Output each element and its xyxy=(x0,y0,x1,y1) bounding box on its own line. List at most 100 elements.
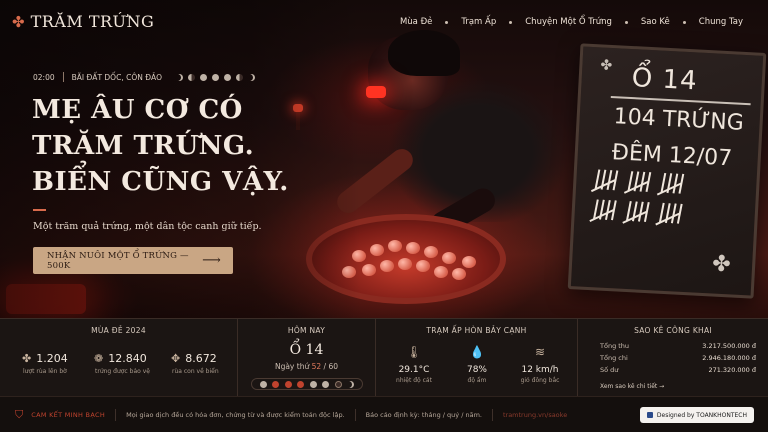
ledger-label: Số dư xyxy=(600,366,619,374)
droplet-icon: 💧 xyxy=(469,345,485,359)
thermometer-icon: 🌡 xyxy=(406,345,422,359)
ledger-label: Tổng thu xyxy=(600,342,630,350)
headline-line: MẸ ÂU CƠ CÓ xyxy=(32,95,243,125)
volunteer-hair xyxy=(388,30,460,76)
moon-new-icon xyxy=(334,380,342,388)
egg xyxy=(442,252,456,264)
ledger-value: 271.320.000 đ xyxy=(708,366,756,374)
stat-label: rùa con về biển xyxy=(172,368,219,375)
station-temp: 🌡 29.1°C nhiệt độ cát xyxy=(384,345,444,384)
turtle-icon: ✤ xyxy=(600,57,613,74)
chalk-eggs: 104 TRỨNG xyxy=(613,104,745,136)
stat-label: trứng được bảo vệ xyxy=(95,368,150,375)
egg xyxy=(380,260,394,272)
ledger-detail-link[interactable]: Xem sao kê chi tiết → xyxy=(600,383,664,390)
hero-location: BÃI ĐẤT DỐC, CÔN ĐẢO xyxy=(71,72,163,82)
night-current: 52 xyxy=(311,362,322,371)
station-value: 78% xyxy=(466,365,487,375)
footer-text: Mọi giao dịch đều có hóa đơn, chứng từ v… xyxy=(126,410,345,419)
nav-separator xyxy=(682,20,686,24)
designer-logo-icon xyxy=(646,412,653,418)
nav-separator xyxy=(509,20,513,24)
hero-meta: 02:00 BÃI ĐẤT DỐC, CÔN ĐẢO xyxy=(33,72,255,82)
turtle-icon: ✤ xyxy=(711,251,732,278)
night-prefix: Ngày thứ xyxy=(274,362,310,371)
report-link[interactable]: tramtrung.vn/saoke xyxy=(503,411,567,419)
nav-item-sao-ke[interactable]: Sao Kê xyxy=(634,17,677,27)
chalk-underline xyxy=(610,95,751,106)
turtle-icon: ✤ xyxy=(22,352,32,365)
headline-line: BIỂN CŨNG VẬY. xyxy=(32,167,289,197)
station-label: nhiệt độ cát xyxy=(396,377,432,384)
station-label: độ ẩm xyxy=(467,377,487,384)
ledger-value: 3.217.500.000 đ xyxy=(702,342,756,350)
nav-separator xyxy=(624,20,628,24)
egg xyxy=(406,242,420,254)
designer-badge[interactable]: Designed by TOANKHONTECH xyxy=(639,407,754,423)
footer-text: Báo cáo định kỳ: tháng / quý / năm. xyxy=(365,410,482,419)
moon-full-icon xyxy=(322,380,330,388)
moon-gibbous-icon xyxy=(224,73,232,81)
moon-half-icon xyxy=(188,73,196,81)
stat-value: 12.840 xyxy=(108,352,147,365)
nav-item-chuyen-mot-o-trung[interactable]: Chuyện Một Ổ Trứng xyxy=(518,17,619,27)
chalk-night: ĐÊM 12/07 xyxy=(611,140,733,172)
brand-logo[interactable]: ✤ TRĂM TRỨNG xyxy=(12,12,154,31)
footer-divider xyxy=(354,408,356,421)
egg xyxy=(398,258,412,270)
wind-icon: ≋ xyxy=(534,345,546,359)
commit-label: CAM KẾT MINH BẠCH xyxy=(31,410,106,419)
egg xyxy=(416,260,430,272)
nav-item-tram-ap[interactable]: Trạm Ấp xyxy=(454,17,503,27)
transparency-footer: ⛉ CAM KẾT MINH BẠCH Mọi giao dịch đều có… xyxy=(0,396,768,432)
nav-item-chung-tay[interactable]: Chung Tay xyxy=(692,17,750,27)
egg xyxy=(434,266,448,278)
cta-label: NHẬN NUÔI MỘT Ổ TRỨNG — 500K xyxy=(47,250,189,271)
season-title: MÙA ĐẺ 2024 xyxy=(91,326,146,335)
night-total: / 60 xyxy=(323,362,339,371)
ledger-row: Số dư 271.320.000 đ xyxy=(600,366,756,374)
ledger-stats: SAO KÊ CÔNG KHAI Tổng thu 3.217.500.000 … xyxy=(578,319,768,397)
ledger-label: Tổng chi xyxy=(600,354,628,362)
station-wind: ≋ 12 km/h gió đông bắc xyxy=(510,345,570,384)
egg xyxy=(424,246,438,258)
season-stats: MÙA ĐẺ 2024 ✤ 1.204 lượt rùa lên bờ ❁ 12… xyxy=(0,319,238,397)
station-stats: TRẠM ẤP HÒN BẢY CẠNH 🌡 29.1°C nhiệt độ c… xyxy=(376,319,578,397)
season-stat-turtles: ✤ 1.204 lượt rùa lên bờ xyxy=(22,352,68,375)
footer-divider xyxy=(115,408,117,421)
egg xyxy=(370,244,384,256)
egg xyxy=(462,256,476,268)
moon-red-icon xyxy=(284,380,292,388)
egg xyxy=(452,268,466,280)
nav-item-mua-de[interactable]: Mùa Đẻ xyxy=(393,17,439,27)
hatchling-icon: ✥ xyxy=(171,352,181,365)
badge-label: Designed by TOANKHONTECH xyxy=(656,411,747,419)
station-title: TRẠM ẤP HÒN BẢY CẠNH xyxy=(426,326,527,335)
season-stat-hatchlings: ✥ 8.672 rùa con về biển xyxy=(171,352,219,375)
hero-subtitle: Một trăm quả trứng, một dân tộc canh giữ… xyxy=(33,221,262,232)
today-stats: HÔM NAY Ổ 14 Ngày thứ 52 / 60 xyxy=(238,319,376,397)
moon-full-icon xyxy=(309,380,317,388)
meta-divider xyxy=(62,72,64,82)
ledger-row: Tổng chi 2.946.180.000 đ xyxy=(600,354,756,362)
adopt-nest-button[interactable]: NHẬN NUÔI MỘT Ổ TRỨNG — 500K ⟶ xyxy=(33,247,233,274)
turtle-icon: ✤ xyxy=(12,12,25,31)
egg xyxy=(388,240,402,252)
arrow-right-icon: ⟶ xyxy=(202,253,221,268)
moon-crescent-icon xyxy=(176,74,183,81)
today-night: Ngày thứ 52 / 60 xyxy=(238,362,375,371)
brand-name: TRĂM TRỨNG xyxy=(30,12,155,31)
eggs-icon: ❁ xyxy=(94,352,104,365)
chalkboard-sign: ✤ Ổ 14 104 TRỨNG ĐÊM 12/07 ✤ xyxy=(567,43,767,299)
ledger-title: SAO KÊ CÔNG KHAI xyxy=(634,326,712,335)
main-nav: Mùa Đẻ Trạm Ấp Chuyện Một Ổ Trứng Sao Kê… xyxy=(393,17,750,27)
headlamp-light xyxy=(366,86,386,98)
hero-headline: MẸ ÂU CƠ CÓ TRĂM TRỨNG. BIỂN CŨNG VẬY. xyxy=(32,92,289,200)
today-title: HÔM NAY xyxy=(287,326,326,335)
hero-time: 02:00 xyxy=(33,72,55,82)
ledger-row: Tổng thu 3.217.500.000 đ xyxy=(600,342,756,350)
egg xyxy=(362,264,376,276)
ledger-value: 2.946.180.000 đ xyxy=(702,354,756,362)
moon-gibbous-icon xyxy=(200,73,208,81)
moon-red-icon xyxy=(272,380,280,388)
